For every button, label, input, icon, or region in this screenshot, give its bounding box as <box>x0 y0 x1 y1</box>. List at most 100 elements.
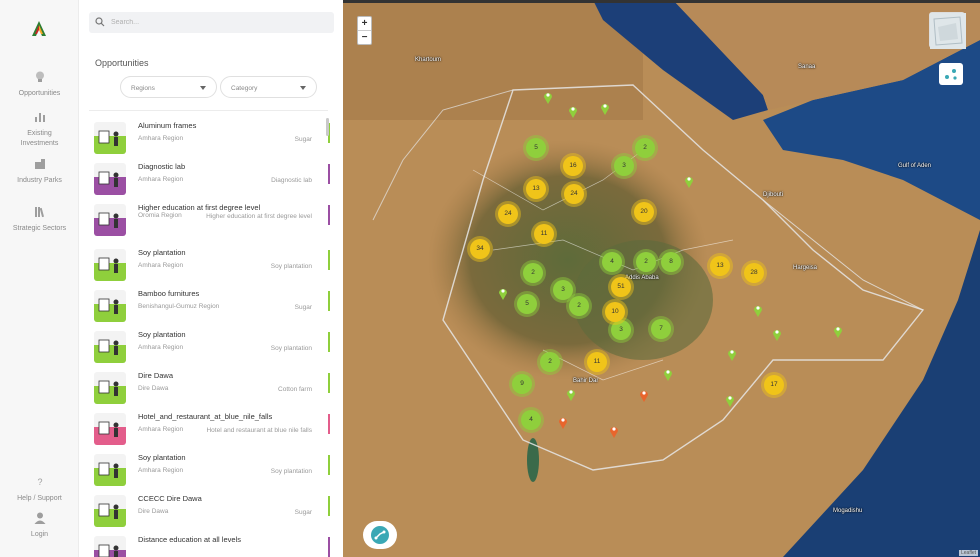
map-pin-icon[interactable] <box>753 303 763 317</box>
opportunity-thumbnail <box>94 536 126 557</box>
route-toggle-button[interactable] <box>363 521 397 549</box>
marker-cluster-green[interactable]: 2 <box>540 352 560 372</box>
map-pin-icon[interactable] <box>600 101 610 115</box>
opportunity-title: Higher education at first degree level <box>138 203 261 212</box>
route-fab-circle <box>371 526 389 544</box>
map-pin-icon[interactable] <box>663 367 673 381</box>
map-pin-icon[interactable] <box>566 387 576 401</box>
marker-cluster-green[interactable]: 3 <box>614 156 634 176</box>
marker-cluster-yellow[interactable]: 24 <box>564 184 584 204</box>
marker-cluster-green[interactable]: 7 <box>651 319 671 339</box>
opportunity-list-item[interactable]: Dire Dawa Dire Dawa Cotton farm <box>80 367 330 407</box>
zoom-in-button[interactable]: + <box>358 17 371 30</box>
opportunities-panel: Opportunities Regions Category Aluminum … <box>80 0 343 557</box>
zoom-out-button[interactable]: − <box>358 31 371 44</box>
map-label-djibouti: Djibouti <box>763 192 784 198</box>
opportunity-list-item[interactable]: Soy plantation Amhara Region Soy plantatio… <box>80 326 330 366</box>
marker-cluster-green[interactable]: 3 <box>553 280 573 300</box>
marker-cluster-yellow[interactable]: 20 <box>634 202 654 222</box>
opportunity-illustration-icon <box>94 331 126 363</box>
map-pin-icon[interactable] <box>568 104 578 118</box>
nav-industry-parks[interactable]: Industry Parks <box>0 157 79 186</box>
marker-cluster-yellow[interactable]: 34 <box>470 239 490 259</box>
nav-existing-investments[interactable]: Existing Investments <box>0 110 79 149</box>
opportunity-category: Hotel and restaurant at blue nile falls <box>206 427 312 434</box>
opportunity-title: Diagnostic lab <box>138 162 186 171</box>
marker-cluster-green[interactable]: 8 <box>661 252 681 272</box>
list-scrollbar[interactable] <box>326 118 329 136</box>
regions-dropdown-label: Regions <box>131 85 155 92</box>
marker-cluster-yellow[interactable]: 51 <box>611 277 631 297</box>
search-bar[interactable] <box>89 12 334 33</box>
nav-help-support[interactable]: ? Help / Support <box>0 475 79 504</box>
marker-cluster-green[interactable]: 9 <box>512 374 532 394</box>
opportunity-list-item[interactable]: Higher education at first degree level Or… <box>80 199 330 239</box>
opportunity-list-item[interactable]: Aluminum frames Amhara Region Sugar <box>80 117 330 157</box>
opportunity-list-item[interactable]: Bamboo furnitures Benishangul-Gumuz Regio… <box>80 285 330 325</box>
opportunity-region: Amhara Region <box>138 426 184 433</box>
map-pin-icon[interactable] <box>543 90 553 104</box>
opportunity-thumbnail <box>94 454 126 486</box>
map-label-sanaa: Sanaa <box>798 64 816 70</box>
zoom-control: + − <box>357 16 372 45</box>
opportunity-title: Aluminum frames <box>138 121 197 130</box>
opportunity-title: Soy plantation <box>138 453 186 462</box>
map-pin-icon[interactable] <box>684 174 694 188</box>
opportunity-thumbnail <box>94 495 126 527</box>
category-dropdown[interactable]: Category <box>220 76 317 98</box>
map-pin-icon[interactable] <box>609 424 619 438</box>
layers-button[interactable] <box>939 63 963 85</box>
map-label-hargeisa: Hargeisa <box>793 265 818 271</box>
marker-cluster-green[interactable]: 5 <box>526 138 546 158</box>
marker-cluster-green[interactable]: 2 <box>635 138 655 158</box>
map-pin-icon[interactable] <box>725 393 735 407</box>
marker-cluster-green[interactable]: 4 <box>521 410 541 430</box>
map-attribution[interactable]: Leaflet <box>958 550 978 556</box>
opportunity-list-item[interactable]: Hotel_and_restaurant_at_blue_nile_falls A… <box>80 408 330 448</box>
marker-cluster-green[interactable]: 2 <box>636 252 656 272</box>
opportunity-list-item[interactable]: CCECC Dire Dawa Dire Dawa Sugar <box>80 490 330 530</box>
opportunity-list-item[interactable]: Distance education at all levels <box>80 531 330 557</box>
marker-cluster-yellow[interactable]: 11 <box>587 352 607 372</box>
opportunity-region: Amhara Region <box>138 262 184 269</box>
marker-cluster-yellow[interactable]: 10 <box>605 302 625 322</box>
regions-dropdown[interactable]: Regions <box>120 76 217 98</box>
marker-cluster-yellow[interactable]: 17 <box>764 375 784 395</box>
marker-cluster-green[interactable]: 2 <box>523 263 543 283</box>
panel-title: Opportunities <box>95 58 149 68</box>
marker-cluster-green[interactable]: 4 <box>602 252 622 272</box>
map-pin-icon[interactable] <box>558 415 568 429</box>
map-pin-icon[interactable] <box>833 324 843 338</box>
minimap-thumbnail[interactable] <box>929 12 966 49</box>
search-input[interactable] <box>111 14 326 31</box>
opportunity-list-item[interactable]: Diagnostic lab Amhara Region Diagnostic la… <box>80 158 330 198</box>
nav-strategic-sectors[interactable]: Strategic Sectors <box>0 205 79 234</box>
marker-cluster-green[interactable]: 2 <box>569 296 589 316</box>
marker-cluster-yellow[interactable]: 13 <box>526 179 546 199</box>
marker-cluster-yellow[interactable]: 24 <box>498 204 518 224</box>
category-color-bar <box>328 332 330 352</box>
category-color-bar <box>328 164 330 184</box>
map-pin-icon[interactable] <box>498 286 508 300</box>
map-pin-icon[interactable] <box>727 347 737 361</box>
app-root: Opportunities Existing Investments Indus… <box>0 0 980 557</box>
marker-cluster-green[interactable]: 5 <box>517 294 537 314</box>
opportunity-category: Sugar <box>294 509 312 516</box>
app-logo-icon[interactable] <box>30 20 48 38</box>
nav-opportunities[interactable]: Opportunities <box>0 70 79 99</box>
marker-cluster-yellow[interactable]: 16 <box>563 156 583 176</box>
opportunity-illustration-icon <box>94 204 126 236</box>
nav-login[interactable]: Login <box>0 511 79 540</box>
map-view[interactable]: Khartoum Sanaa Addis Ababa Mogadishu Gul… <box>343 0 980 557</box>
marker-cluster-green[interactable]: 3 <box>611 320 631 340</box>
marker-cluster-yellow[interactable]: 28 <box>744 263 764 283</box>
opportunity-list-item[interactable]: Soy plantation Amhara Region Soy plantatio… <box>80 449 330 489</box>
map-pin-icon[interactable] <box>639 388 649 402</box>
marker-cluster-yellow[interactable]: 11 <box>534 224 554 244</box>
marker-cluster-yellow[interactable]: 13 <box>710 256 730 276</box>
opportunity-title: Soy plantation <box>138 248 186 257</box>
opportunity-list-item[interactable]: Soy plantation Amhara Region Soy plantatio… <box>80 244 330 284</box>
opportunity-title: Bamboo furnitures <box>138 289 200 298</box>
map-pin-icon[interactable] <box>772 327 782 341</box>
opportunity-thumbnail <box>94 163 126 195</box>
